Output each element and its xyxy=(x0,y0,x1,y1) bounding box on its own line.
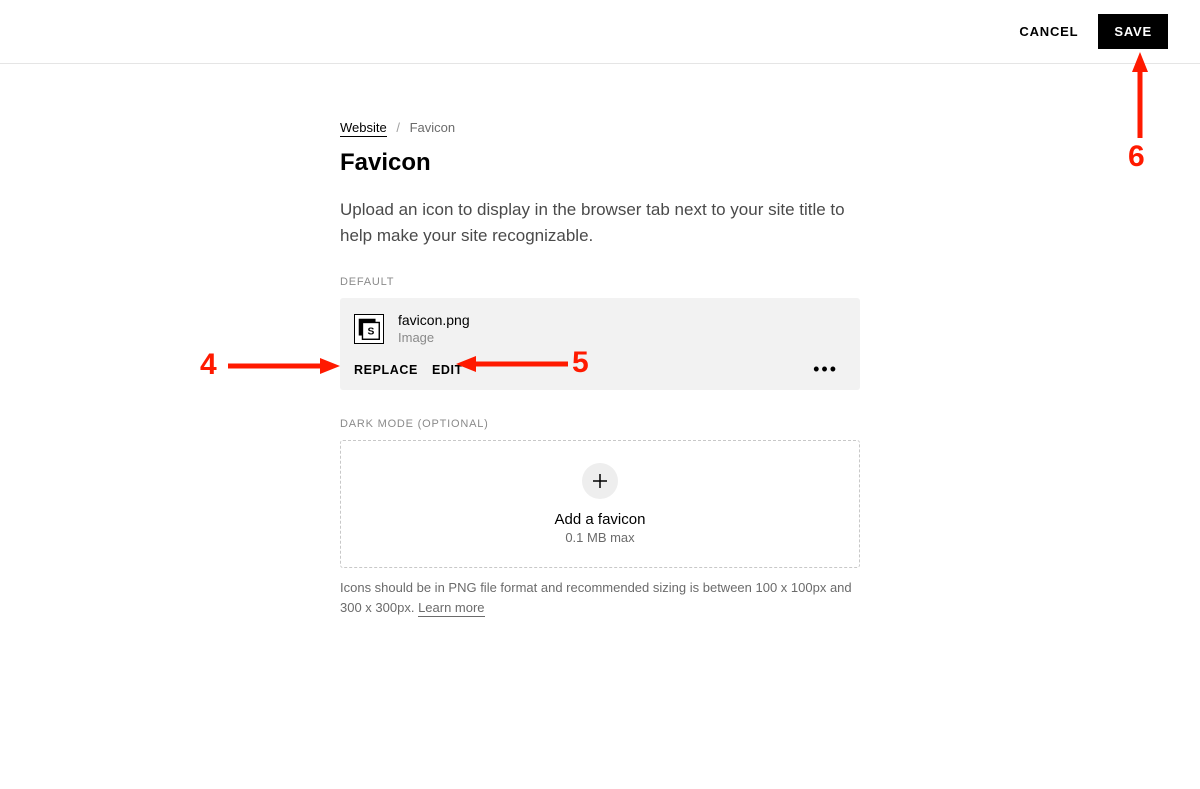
edit-button[interactable]: EDIT xyxy=(432,363,463,377)
more-options-button[interactable]: ••• xyxy=(805,361,846,378)
content-area: Website / Favicon Favicon Upload an icon… xyxy=(340,64,860,617)
favicon-card-bottom: REPLACE EDIT ••• xyxy=(354,361,846,378)
learn-more-link[interactable]: Learn more xyxy=(418,600,484,617)
dark-mode-section-label: DARK MODE (OPTIONAL) xyxy=(340,418,860,430)
annotation-4-label: 4 xyxy=(200,348,217,381)
svg-text:S: S xyxy=(367,326,374,337)
file-info: favicon.png Image xyxy=(398,312,470,345)
annotation-4-arrow-icon xyxy=(228,356,340,376)
top-bar: CANCEL SAVE xyxy=(0,0,1200,64)
page-description: Upload an icon to display in the browser… xyxy=(340,197,860,248)
file-type: Image xyxy=(398,330,470,345)
add-favicon-dropzone[interactable]: Add a favicon 0.1 MB max xyxy=(340,440,860,568)
favicon-thumbnail-icon: S xyxy=(354,314,384,344)
favicon-card-top: S favicon.png Image xyxy=(354,312,846,345)
upload-subtitle: 0.1 MB max xyxy=(565,530,634,545)
help-text: Icons should be in PNG file format and r… xyxy=(340,578,860,617)
card-actions: REPLACE EDIT xyxy=(354,363,463,377)
file-name: favicon.png xyxy=(398,312,470,328)
save-button[interactable]: SAVE xyxy=(1098,14,1168,49)
breadcrumb-separator: / xyxy=(396,120,400,135)
annotation-6-label: 6 xyxy=(1128,140,1145,173)
plus-icon xyxy=(582,463,618,499)
favicon-card: S favicon.png Image REPLACE EDIT ••• xyxy=(340,298,860,390)
page-title: Favicon xyxy=(340,149,860,177)
annotation-4: 4 xyxy=(200,348,217,382)
upload-title: Add a favicon xyxy=(555,511,646,528)
annotation-6: 6 xyxy=(1128,140,1145,174)
help-text-body: Icons should be in PNG file format and r… xyxy=(340,580,852,615)
cancel-button[interactable]: CANCEL xyxy=(1019,24,1078,39)
breadcrumb: Website / Favicon xyxy=(340,120,860,135)
breadcrumb-root-link[interactable]: Website xyxy=(340,120,387,137)
breadcrumb-current: Favicon xyxy=(410,120,456,135)
annotation-6-arrow-icon xyxy=(1130,52,1150,138)
default-section-label: DEFAULT xyxy=(340,276,860,288)
replace-button[interactable]: REPLACE xyxy=(354,363,418,377)
